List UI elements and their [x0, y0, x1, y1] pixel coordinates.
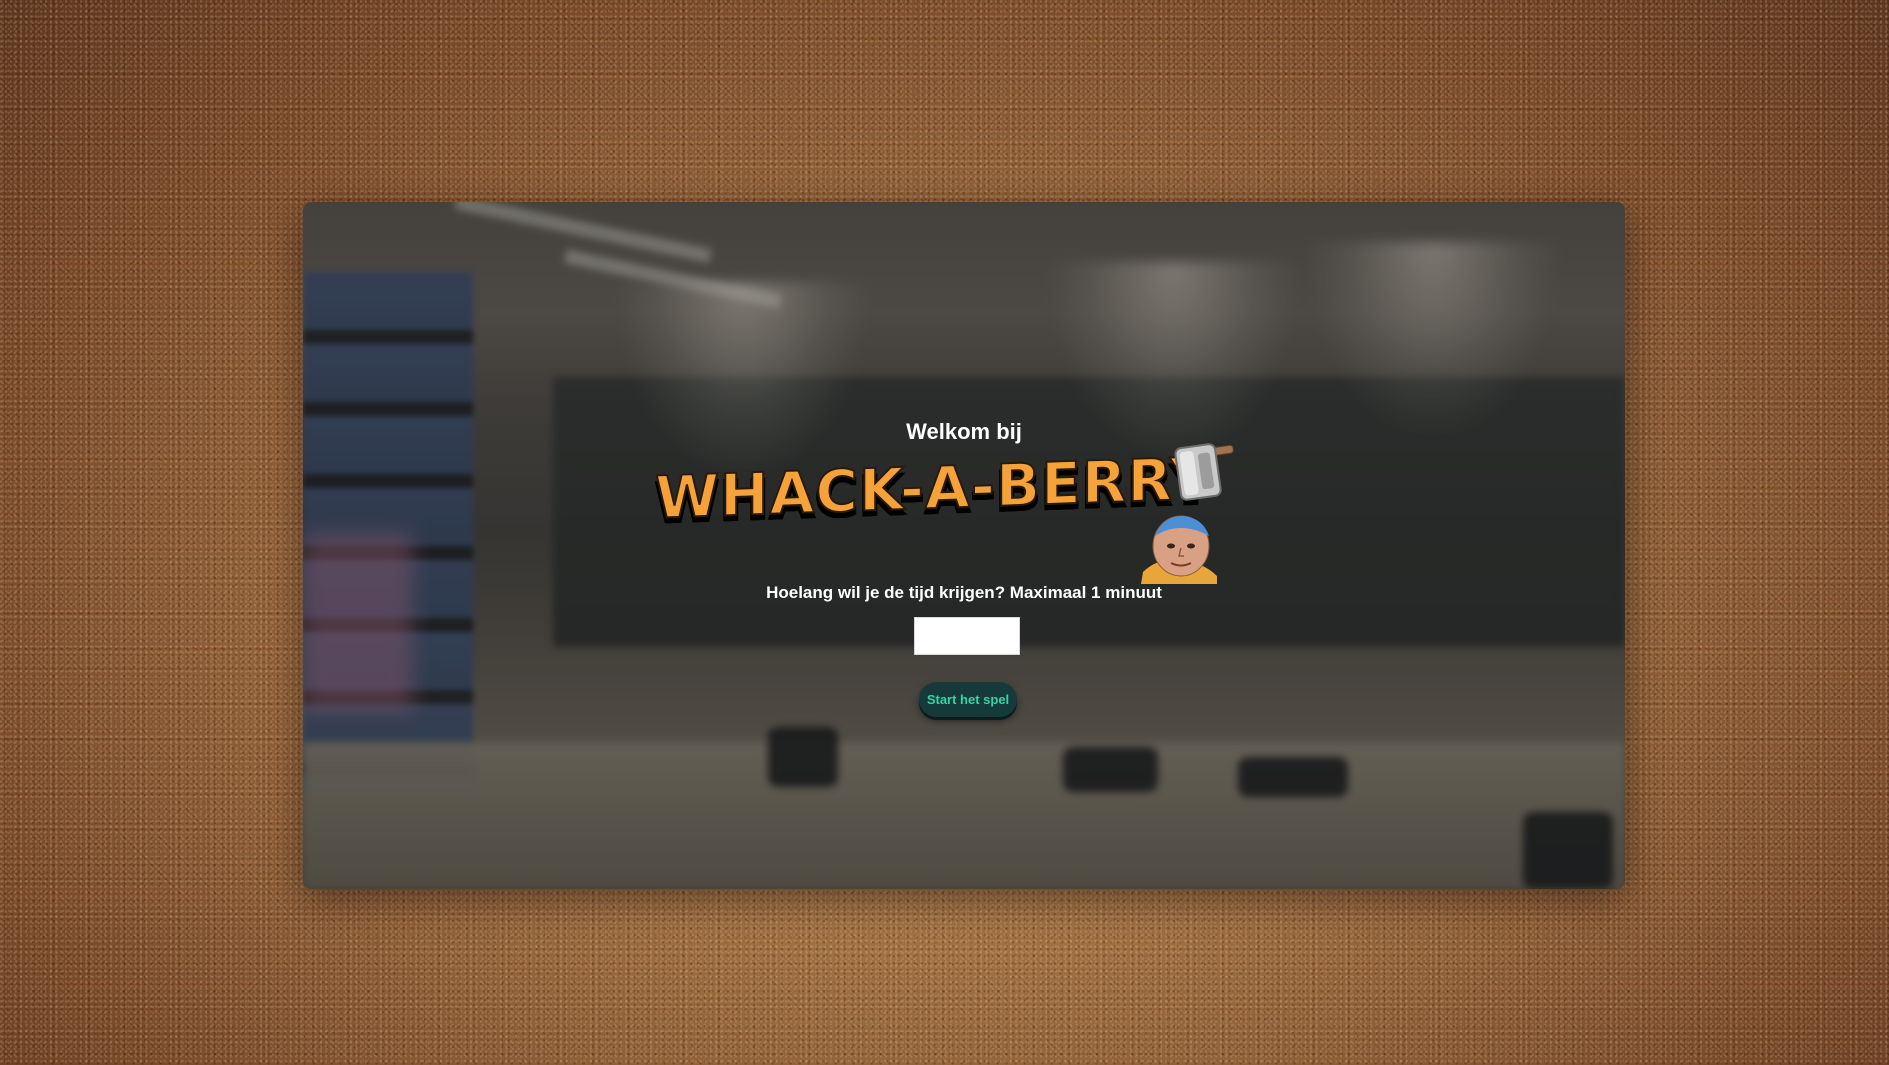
- face-icon: [1137, 510, 1221, 584]
- start-game-button[interactable]: Start het spel: [919, 682, 1017, 717]
- game-panel: Welkom bij WHACK-A-BERRY Hoelang wil je …: [303, 202, 1625, 889]
- time-question: Hoelang wil je de tijd krijgen? Maximaal…: [766, 583, 1162, 602]
- welcome-heading: Welkom bij: [906, 419, 1022, 444]
- start-screen: Welkom bij WHACK-A-BERRY Hoelang wil je …: [303, 202, 1625, 889]
- hammer-icon: [1170, 439, 1240, 503]
- game-logo: WHACK-A-BERRY: [654, 443, 1255, 589]
- time-input[interactable]: [914, 617, 1020, 655]
- logo-title: WHACK-A-BERRY: [654, 443, 1214, 532]
